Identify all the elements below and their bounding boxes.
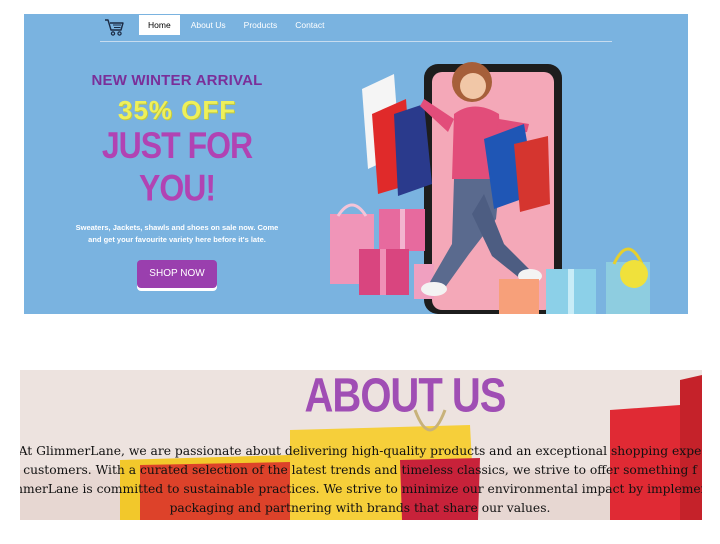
about-line-1: At GlimmerLane, we are passionate about … [20, 444, 702, 458]
hero-headline: JUST FOR YOU! [101, 124, 253, 209]
about-line-3: mmerLane is committed to sustainable pra… [20, 482, 702, 496]
hero-description: Sweaters, Jackets, shawls and shoes on s… [75, 223, 279, 244]
navbar: Home About Us Products Contact [24, 14, 688, 42]
nav-contact[interactable]: Contact [286, 15, 333, 35]
hero-shopping-illustration [330, 62, 650, 314]
shop-now-button[interactable]: SHOP NOW [137, 260, 217, 288]
nav-home[interactable]: Home [139, 15, 180, 35]
shopping-cart-icon[interactable] [104, 17, 126, 37]
hero-copy: NEW WINTER ARRIVAL 35% OFF JUST FOR YOU!… [62, 72, 292, 288]
about-paragraph: At GlimmerLane, we are passionate about … [20, 442, 702, 518]
hero-arrival-text: NEW WINTER ARRIVAL [91, 72, 263, 89]
about-line-2: customers. With a curated selection of t… [23, 463, 697, 477]
nav-links: Home About Us Products Contact [139, 14, 334, 36]
hero-banner: Home About Us Products Contact NEW WINTE… [24, 14, 688, 314]
about-section: ABOUT US At GlimmerLane, we are passiona… [20, 370, 702, 520]
about-line-4: packaging and partnering with brands tha… [169, 501, 551, 515]
nav-about-us[interactable]: About Us [182, 15, 235, 35]
nav-divider [100, 41, 612, 42]
nav-products[interactable]: Products [235, 15, 287, 35]
hero-discount-text: 35% OFF [117, 95, 237, 125]
about-title: ABOUT US [304, 370, 507, 423]
